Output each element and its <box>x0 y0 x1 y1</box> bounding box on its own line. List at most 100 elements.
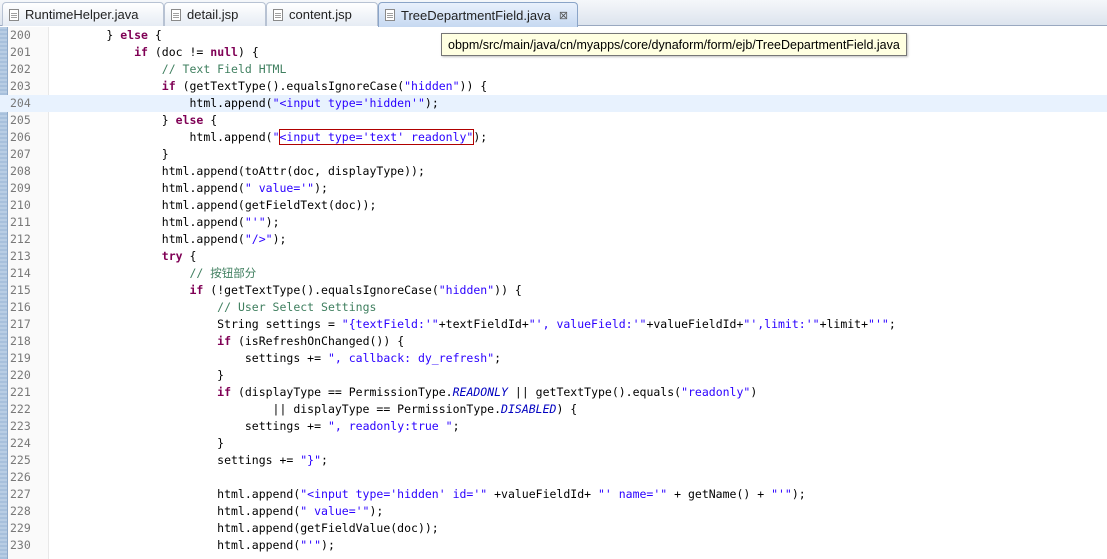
code-text: // Text Field HTML <box>51 61 287 78</box>
line-number: 223 <box>10 419 31 433</box>
code-token: String settings = <box>51 317 342 331</box>
code-token: READONLY <box>452 385 508 399</box>
jsp-file-icon <box>273 8 283 21</box>
code-token: ); <box>272 232 287 246</box>
code-line[interactable]: 224 } <box>0 435 1107 452</box>
tab-content-jsp[interactable]: content.jsp <box>266 2 378 26</box>
code-text: String settings = "{textField:'"+textFie… <box>51 316 896 333</box>
code-token: null <box>210 45 238 59</box>
code-line[interactable]: 223 settings += ", readonly:true "; <box>0 418 1107 435</box>
code-token: "/>" <box>244 232 273 246</box>
code-token: { <box>182 249 197 263</box>
code-text: } <box>51 435 224 452</box>
code-token: html.append( <box>51 215 245 229</box>
code-token: (!getTextType().equalsIgnoreCase( <box>203 283 439 297</box>
code-text: html.append(getFieldText(doc)); <box>51 197 377 214</box>
code-token: )) { <box>494 283 522 297</box>
code-line[interactable]: 208 html.append(toAttr(doc, displayType)… <box>0 163 1107 180</box>
line-number: 229 <box>10 521 31 535</box>
code-line[interactable]: 222 || displayType == PermissionType.DIS… <box>0 401 1107 418</box>
code-text: html.append("<input type='text' readonly… <box>51 129 487 146</box>
code-text: try { <box>51 248 197 265</box>
line-number: 228 <box>10 504 31 518</box>
java-file-icon <box>9 8 19 21</box>
code-line[interactable]: 206 html.append("<input type='text' read… <box>0 129 1107 146</box>
code-line[interactable]: 214 // 按钮部分 <box>0 265 1107 282</box>
code-line[interactable]: 219 settings += ", callback: dy_refresh"… <box>0 350 1107 367</box>
code-line[interactable]: 225 settings += "}"; <box>0 452 1107 469</box>
code-text: html.append("<input type='hidden' id='" … <box>51 486 806 503</box>
code-token: ); <box>321 538 335 552</box>
code-text: html.append("'"); <box>51 537 335 554</box>
code-line[interactable]: 228 html.append(" value='"); <box>0 503 1107 520</box>
code-line[interactable]: 204 html.append("<input type='hidden'"); <box>0 95 1107 112</box>
code-text: html.append(getFieldValue(doc)); <box>51 520 439 537</box>
code-token: ; <box>452 419 460 433</box>
code-editor[interactable]: 200 } else {201 if (doc != null) {202 //… <box>0 27 1107 559</box>
code-token: +limit+ <box>819 317 869 331</box>
line-number: 225 <box>10 453 31 467</box>
code-token: (isRefreshOnChanged()) { <box>231 334 405 348</box>
code-token: "',limit:'" <box>743 317 820 331</box>
code-token: (getTextType().equalsIgnoreCase( <box>175 79 405 93</box>
code-line[interactable]: 230 html.append("'"); <box>0 537 1107 554</box>
code-line[interactable]: 203 if (getTextType().equalsIgnoreCase("… <box>0 78 1107 95</box>
code-token: ) { <box>237 45 259 59</box>
code-token: { <box>203 113 218 127</box>
tab-detail-jsp[interactable]: detail.jsp <box>164 2 266 26</box>
code-line[interactable]: 220 } <box>0 367 1107 384</box>
code-text: } <box>51 367 224 384</box>
code-line[interactable]: 202 // Text Field HTML <box>0 61 1107 78</box>
tab-label: TreeDepartmentField.java <box>401 7 551 23</box>
code-token: ", readonly:true " <box>327 419 453 433</box>
code-line[interactable]: 216 // User Select Settings <box>0 299 1107 316</box>
code-line[interactable]: 205 } else { <box>0 112 1107 129</box>
code-token: } <box>51 113 176 127</box>
code-token: if <box>189 283 204 297</box>
code-token: "'" <box>771 487 792 501</box>
code-token: { <box>147 28 162 42</box>
line-number: 200 <box>10 28 31 42</box>
line-number: 222 <box>10 402 31 416</box>
tab-label: detail.jsp <box>187 7 239 22</box>
code-line[interactable]: 229 html.append(getFieldValue(doc)); <box>0 520 1107 537</box>
line-number: 201 <box>10 45 31 59</box>
code-line[interactable]: 218 if (isRefreshOnChanged()) { <box>0 333 1107 350</box>
code-token: ); <box>791 487 806 501</box>
code-token: if <box>217 334 232 348</box>
code-line[interactable]: 210 html.append(getFieldText(doc)); <box>0 197 1107 214</box>
line-number: 214 <box>10 266 31 280</box>
file-path-tooltip: obpm/src/main/java/cn/myapps/core/dynafo… <box>441 33 907 56</box>
close-tab-icon[interactable]: ⊠ <box>559 9 568 22</box>
line-number: 202 <box>10 62 31 76</box>
code-token: // User Select Settings <box>217 300 377 314</box>
line-number: 210 <box>10 198 31 212</box>
code-token: "hidden" <box>438 283 495 297</box>
code-token: ); <box>265 215 280 229</box>
code-line[interactable]: 209 html.append(" value='"); <box>0 180 1107 197</box>
tab-runtimehelper-java[interactable]: RuntimeHelper.java <box>2 2 164 26</box>
code-line[interactable]: 213 try { <box>0 248 1107 265</box>
code-line[interactable]: 211 html.append("'"); <box>0 214 1107 231</box>
code-line[interactable]: 207 } <box>0 146 1107 163</box>
code-line[interactable]: 215 if (!getTextType().equalsIgnoreCase(… <box>0 282 1107 299</box>
code-token: +textFieldId+ <box>438 317 529 331</box>
code-line[interactable]: 227 html.append("<input type='hidden' id… <box>0 486 1107 503</box>
line-number: 230 <box>10 538 31 552</box>
line-number: 219 <box>10 351 31 365</box>
code-line[interactable]: 212 html.append("/>"); <box>0 231 1107 248</box>
code-text: html.append(" value='"); <box>51 180 328 197</box>
code-line[interactable]: 217 String settings = "{textField:'"+tex… <box>0 316 1107 333</box>
code-text: || displayType == PermissionType.DISABLE… <box>51 401 578 418</box>
code-token: } <box>51 368 225 382</box>
code-token: "readonly" <box>681 385 751 399</box>
code-text: settings += "}"; <box>51 452 328 469</box>
code-line[interactable]: 226 <box>0 469 1107 486</box>
code-line[interactable]: 221 if (displayType == PermissionType.RE… <box>0 384 1107 401</box>
tab-treedepartmentfield-java[interactable]: TreeDepartmentField.java ⊠ <box>378 2 578 27</box>
code-token: settings += <box>51 351 328 365</box>
code-token: html.append( <box>51 538 301 552</box>
code-token: "}" <box>300 453 322 467</box>
